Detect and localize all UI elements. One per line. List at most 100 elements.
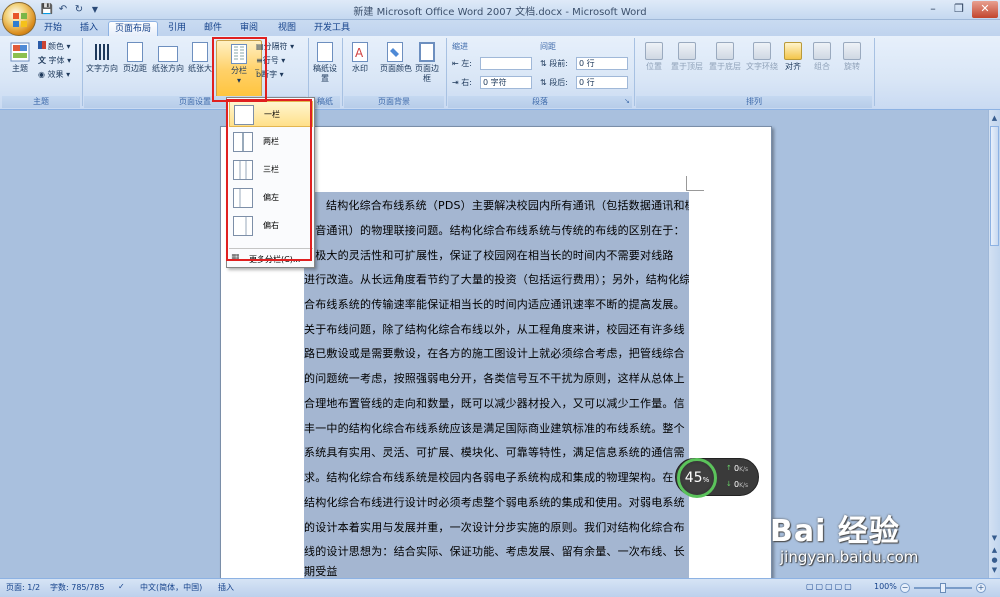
scrollbar-thumb[interactable]: [990, 126, 999, 246]
text-wrap-button[interactable]: 文字环绕: [744, 42, 780, 72]
tab-review[interactable]: 审阅: [234, 21, 264, 36]
orientation-icon: [158, 46, 178, 62]
memory-usage-unit: %: [702, 476, 710, 484]
download-arrow-icon: ↓: [726, 480, 732, 488]
minimize-button[interactable]: –: [920, 1, 946, 18]
indent-left-label: ⇤ 左:: [452, 58, 472, 70]
theme-colors-button[interactable]: 颜色 ▾: [38, 41, 71, 53]
tab-insert[interactable]: 插入: [74, 21, 104, 36]
indent-title: 缩进: [452, 42, 468, 51]
memory-usage-gauge: 45%: [677, 458, 717, 498]
qat-customize-icon[interactable]: ▼: [88, 3, 102, 17]
bring-front-button[interactable]: 置于顶层: [668, 42, 706, 72]
undo-icon[interactable]: ↶: [56, 3, 70, 17]
margins-label: 页边距: [123, 64, 147, 73]
group-label-theme: 主题: [2, 96, 80, 108]
size-label: 纸张大小: [188, 64, 212, 73]
paragraph-line: 丰一中的结构化综合布线系统应该是满足国际商业建筑标准的布线系统。整个: [304, 422, 685, 435]
spacing-before-input[interactable]: 0 行: [576, 57, 628, 70]
margins-icon: [127, 42, 143, 62]
tab-page-layout[interactable]: 页面布局: [108, 21, 159, 36]
zoom-in-icon[interactable]: +: [976, 583, 986, 593]
group-label-paragraph: 段落: [448, 96, 632, 108]
scroll-up-icon[interactable]: ▲: [990, 114, 999, 123]
ribbon-separator: [342, 38, 343, 106]
paragraph-line: 有极大的灵活性和可扩展性，保证了校园网在相当长的时间内不需要对线路: [304, 249, 674, 262]
save-icon[interactable]: 💾: [40, 3, 54, 17]
paragraph-line: 结构化综合布线进行设计时必须考虑整个弱电系统的集成和使用。对弱电系统: [304, 496, 685, 509]
theme-fonts-label: 字体: [48, 56, 65, 65]
position-button[interactable]: 位置: [640, 42, 668, 72]
group-label-page-background: 页面背景: [344, 96, 444, 108]
tab-mailings[interactable]: 邮件: [198, 21, 228, 36]
close-button[interactable]: ✕: [972, 1, 998, 18]
size-button[interactable]: 纸张大小: [188, 42, 212, 74]
indent-left-input[interactable]: [480, 57, 532, 70]
colors-icon: [38, 41, 46, 49]
margin-corner-mark: [686, 190, 704, 191]
theme-colors-label: 颜色: [48, 42, 64, 51]
status-page[interactable]: 页面: 1/2: [6, 582, 40, 593]
ribbon-separator: [308, 38, 309, 106]
group-button[interactable]: 组合: [808, 42, 836, 72]
indent-right-input[interactable]: 0 字符: [480, 76, 532, 89]
rotate-button[interactable]: 旋转: [838, 42, 866, 72]
bring-front-label: 置于顶层: [671, 62, 703, 71]
paragraph-line: 的问题统一考虑，按照强弱电分开，各类信号互不干扰为原则，这样从总体上: [304, 372, 685, 385]
text-wrap-label: 文字环绕: [746, 62, 778, 71]
orientation-button[interactable]: 纸张方向: [150, 42, 186, 74]
rotate-label: 旋转: [844, 62, 860, 71]
effects-icon: ◉: [38, 70, 45, 79]
group-label-arrange: 排列: [636, 96, 872, 108]
text-wrap-icon: [753, 42, 771, 60]
text-direction-label: 文字方向: [86, 64, 118, 73]
size-icon: [192, 42, 208, 62]
themes-button[interactable]: 主题: [6, 42, 34, 74]
align-button[interactable]: 对齐: [780, 42, 806, 72]
redo-icon[interactable]: ↻: [72, 3, 86, 17]
paragraph-line: 合布线系统的传输速率能保证相当长的时间内适应通讯速率不断的提高发展。: [304, 298, 685, 311]
manuscript-settings-button[interactable]: 稿纸设置: [311, 42, 339, 84]
spell-check-icon[interactable]: ✓: [118, 582, 125, 591]
page-borders-icon: [419, 42, 435, 62]
restore-button[interactable]: ❐: [946, 1, 972, 18]
status-language[interactable]: 中文(简体，中国): [140, 582, 202, 593]
office-button[interactable]: [2, 2, 36, 36]
paragraph-dialog-launcher-icon[interactable]: ↘: [624, 97, 630, 105]
ribbon-separator: [874, 38, 875, 106]
status-words[interactable]: 字数: 785/785: [50, 582, 104, 593]
status-zoom[interactable]: 100%: [874, 582, 897, 591]
spacing-before-label: ⇅ 段前:: [540, 58, 568, 70]
zoom-slider-thumb[interactable]: [940, 583, 946, 593]
paragraph-line: 求。结构化综合布线系统是校园内各弱电子系统构成和集成的物理架构。在: [304, 471, 674, 484]
paragraph-line: 语音通讯）的物理联接问题。结构化综合布线系统与传统的布线的区别在于：: [304, 224, 685, 237]
breaks-label: 分隔符: [263, 42, 288, 51]
memory-usage-value: 45: [684, 470, 703, 486]
watermark-logo: Bai 经验: [770, 514, 900, 549]
tab-references[interactable]: 引用: [162, 21, 192, 36]
status-insert-mode[interactable]: 插入: [218, 582, 234, 593]
tab-home[interactable]: 开始: [38, 21, 68, 36]
theme-fonts-button[interactable]: 文 字体 ▾: [38, 55, 71, 67]
margins-button[interactable]: 页边距: [120, 42, 150, 74]
page-borders-button[interactable]: 页面边框: [414, 42, 440, 84]
page-color-button[interactable]: 页面颜色: [378, 42, 414, 74]
page-borders-label: 页面边框: [415, 64, 439, 83]
zoom-out-icon[interactable]: −: [900, 583, 910, 593]
themes-label: 主题: [12, 64, 28, 73]
annotation-highlight-box: [226, 99, 312, 261]
watermark-button[interactable]: A 水印: [346, 42, 374, 74]
spacing-after-input[interactable]: 0 行: [576, 76, 628, 89]
text-direction-button[interactable]: 文字方向: [84, 42, 120, 74]
view-buttons-icon[interactable]: ▢▢▢▢▢: [806, 582, 854, 591]
send-back-icon: [716, 42, 734, 60]
theme-effects-button[interactable]: ◉ 效果 ▾: [38, 69, 70, 81]
page-color-label: 页面颜色: [380, 64, 412, 73]
page-color-icon: [387, 42, 403, 62]
send-back-button[interactable]: 置于底层: [706, 42, 744, 72]
selected-text-block[interactable]: 结构化综合布线系统（PDS）主要解决校园内所有通讯（包括数据通讯和模 语音通讯）…: [304, 192, 689, 578]
tab-view[interactable]: 视图: [272, 21, 302, 36]
manuscript-icon: [317, 42, 333, 62]
tab-developer[interactable]: 开发工具: [308, 21, 356, 36]
spacing-before-text: 段前:: [549, 59, 568, 68]
